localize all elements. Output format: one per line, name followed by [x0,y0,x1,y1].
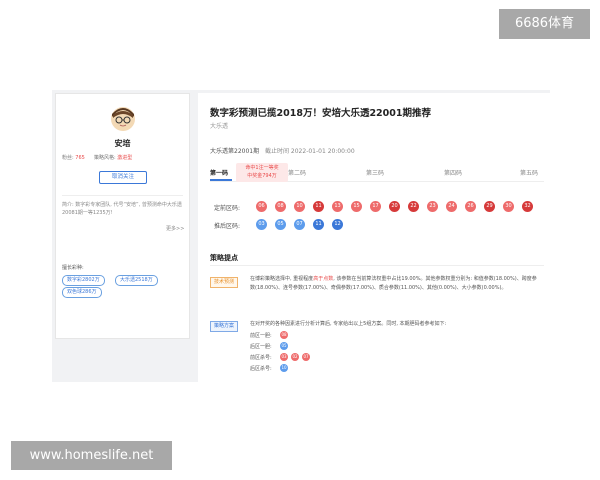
zone-label: 前区一胆: [250,333,272,339]
zone-row: 前区一胆: 08 [250,331,370,340]
tech-prediction-tag: 技术预测 [210,277,239,288]
front-ball: 29 [484,201,495,212]
zone-ball: 07 [302,353,310,361]
front-ball: 15 [351,201,362,212]
divider [62,195,183,196]
tab-1[interactable]: 第一码 [210,168,228,177]
expert-avatar [111,107,135,131]
back-zone-label: 推后区码: [214,223,241,230]
tab-5[interactable]: 第五码 [520,168,538,177]
record-label: 擅长彩种: [62,265,84,271]
back-ball: 05 [275,219,286,230]
deadline: 截止时间 2022-01-01 20:00:00 [265,148,355,155]
hit-tooltip: 命中1注一等奖 中奖金794万 [236,163,288,182]
strategy-style: 激进型 [117,155,133,161]
front-ball: 08 [275,201,286,212]
front-ball: 22 [408,201,419,212]
front-ball: 24 [446,201,457,212]
back-ball: 07 [294,219,305,230]
front-ball: 11 [313,201,324,212]
zone-label: 后区杀号: [250,366,272,372]
article-title: 数字彩预测已揽2018万！安培大乐透22001期推荐 [210,108,431,119]
expert-name: 安培 [114,139,131,148]
zone-row: 前区杀号: 03 02 07 [250,353,370,362]
article-card: 数字彩预测已揽2018万！安培大乐透22001期推荐 大乐透 大乐透第22001… [198,93,550,382]
fans-count: 765 [75,155,85,161]
front-ball: 23 [427,201,438,212]
front-ball: 32 [522,201,533,212]
zone-ball: 02 [291,353,299,361]
front-ball: 13 [332,201,343,212]
zone-label: 前区杀号: [250,355,272,361]
zone-label: 后区一胆: [250,344,272,350]
more-link[interactable]: 更多>> [166,225,184,232]
zone-row: 后区一胆: 05 [250,342,370,351]
issue-line: 大乐透第22001期 截止时间 2022-01-01 20:00:00 [210,146,355,155]
zone-row: 后区杀号: 10 [250,364,370,373]
record-tag[interactable]: 大乐透2518万 [115,275,158,286]
strategy-section-title: 策略提点 [210,254,238,262]
strategy-text-1: 在博彩策略选择中, 重视程度高于点数, 该参数在当前算法权重中占比19.00%。… [250,276,537,291]
expert-stats: 粉丝: 765 策略风格: 激进型 [62,155,133,161]
tab-3[interactable]: 第三码 [366,168,384,177]
expert-intro: 简介: 数字彩专家团队, 代号“安培”, 曾预测命中大乐透20081期一等123… [62,202,182,216]
issue-number: 大乐透第22001期 [210,148,260,155]
front-ball: 06 [256,201,267,212]
section-divider [210,265,544,266]
back-ball: 03 [256,219,267,230]
article-author: 大乐透 [210,123,229,130]
watermark-top: 6686体育 [499,9,590,39]
watermark-bottom: www.homeslife.net [11,441,172,470]
record-tag[interactable]: 数字彩2802万 [62,275,105,286]
zone-ball: 05 [280,342,288,350]
expert-profile-card: 安培 粉丝: 765 策略风格: 激进型 取消关注 简介: 数字彩专家团队, 代… [55,93,190,339]
front-ball: 30 [503,201,514,212]
strategy-text-2: 在对开奖的各种因素进行分析计算后, 专家给出以上5组方案。同时, 本期胆码者参考… [250,321,447,327]
zone-ball: 10 [280,364,288,372]
front-ball: 10 [294,201,305,212]
front-ball: 17 [370,201,381,212]
front-ball: 20 [389,201,400,212]
record-tag[interactable]: 双色球286万 [62,287,102,298]
front-zone-label: 定前区码: [214,205,241,212]
tab-4[interactable]: 第四码 [444,168,462,177]
zone-ball: 08 [280,331,288,339]
back-ball: 12 [332,219,343,230]
strategy-plan-tag: 策略方案 [210,321,239,332]
front-ball: 26 [465,201,476,212]
unfollow-button[interactable]: 取消关注 [99,171,147,184]
tab-2[interactable]: 第二码 [288,168,306,177]
back-ball: 11 [313,219,324,230]
zone-ball: 03 [280,353,288,361]
